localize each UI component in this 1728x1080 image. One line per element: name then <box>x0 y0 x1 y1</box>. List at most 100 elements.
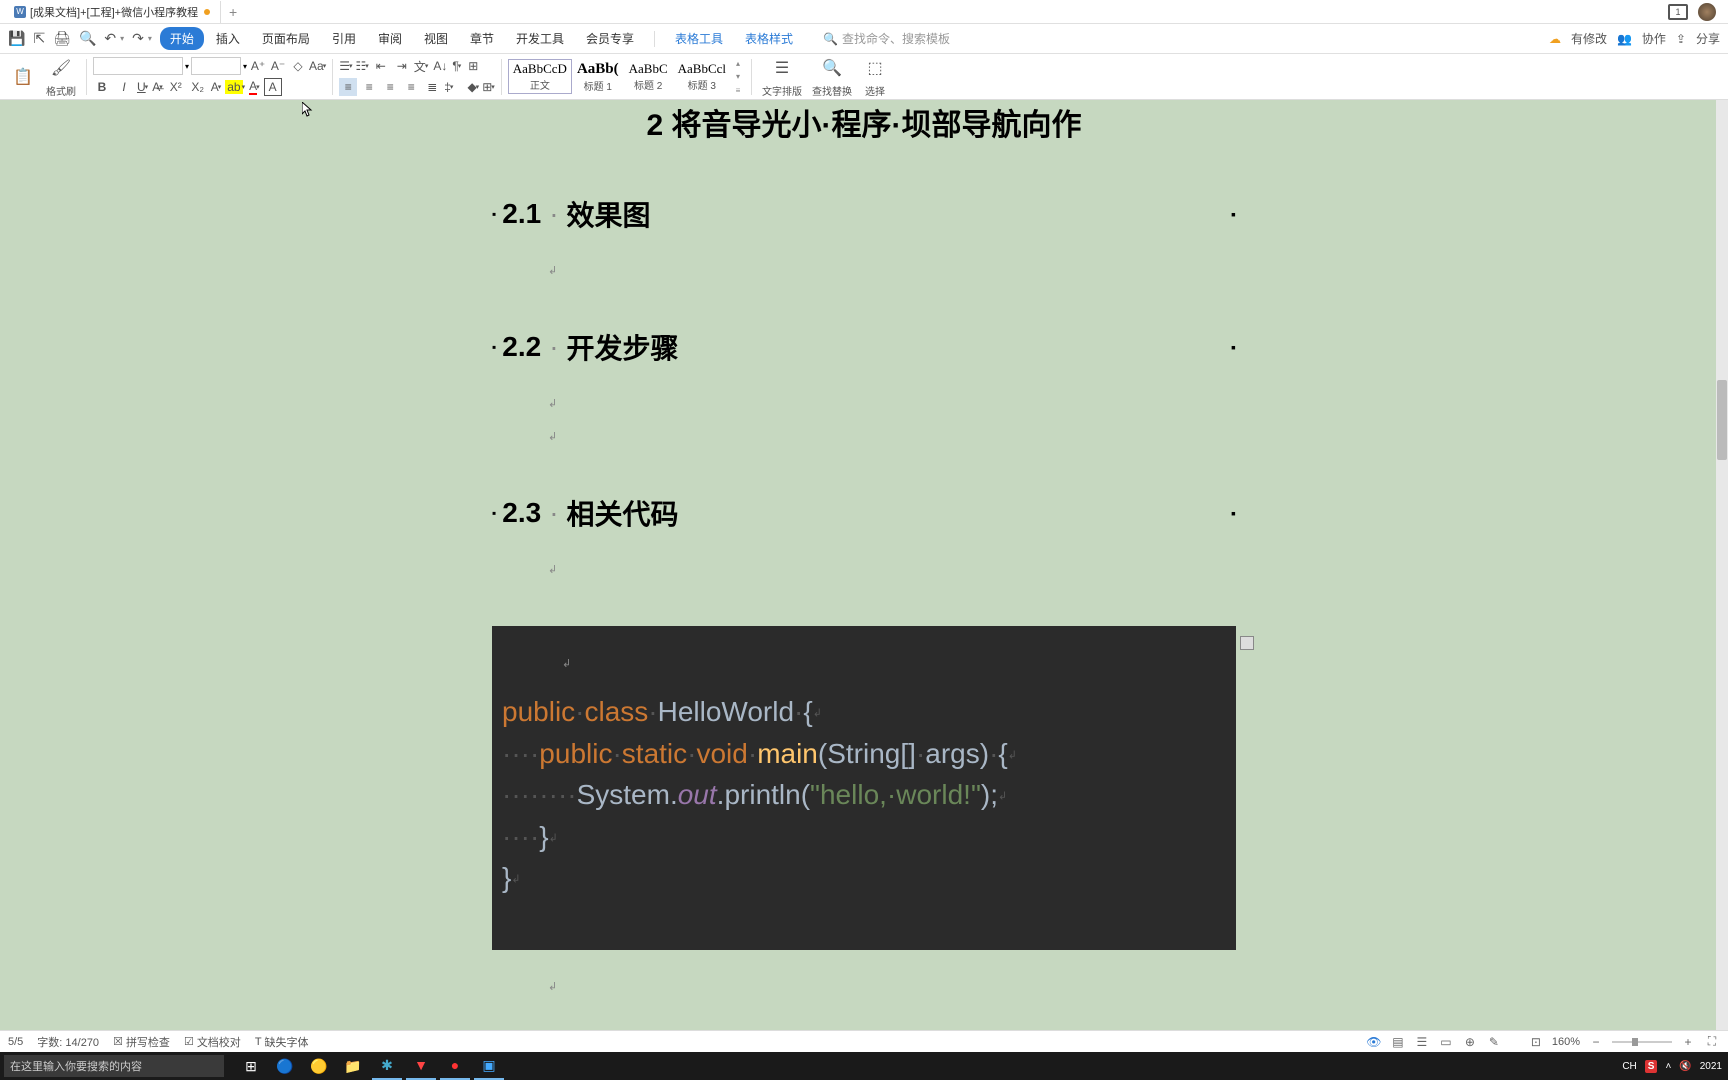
document-canvas[interactable]: 2 将音导光小·程序·坝部导航向作 2.1 · 效果图 ▪ ↲ 2.2 · 开发… <box>0 100 1728 1050</box>
tray-time[interactable]: 2021 <box>1700 1061 1722 1072</box>
font-size-input[interactable] <box>191 57 241 75</box>
doc-proof[interactable]: ☑文档校对 <box>184 1034 241 1050</box>
menu-review[interactable]: 审阅 <box>368 27 412 50</box>
align-right-icon[interactable]: ≡ <box>381 78 399 96</box>
new-tab-button[interactable]: + <box>221 0 245 24</box>
align-left-icon[interactable]: ≡ <box>339 78 357 96</box>
number-list-icon[interactable]: ☷▾ <box>356 57 369 75</box>
share-label[interactable]: 分享 <box>1696 30 1720 47</box>
menu-table-style[interactable]: 表格样式 <box>735 27 803 50</box>
line-spacing-icon[interactable]: ‡▾ <box>444 78 453 96</box>
align-center-icon[interactable]: ≡ <box>360 78 378 96</box>
style-heading3[interactable]: AaBbCcl 标题 3 <box>673 59 731 94</box>
app-2-icon[interactable]: ▼ <box>406 1052 436 1080</box>
menu-reference[interactable]: 引用 <box>322 27 366 50</box>
strikethrough-button[interactable]: A̶▾ <box>152 80 163 94</box>
document-tab[interactable]: W [成果文档]+[工程]+微信小程序教程 <box>4 1 221 23</box>
command-search[interactable]: 🔍 查找命令、搜索模板 <box>823 30 950 47</box>
find-replace-icon[interactable]: 🔍 <box>819 55 845 81</box>
style-heading1[interactable]: AaBb( 标题 1 <box>572 59 624 95</box>
text-effects-button[interactable]: A▾ <box>211 80 222 94</box>
borders-icon[interactable]: ⊞▾ <box>482 78 495 96</box>
italic-button[interactable]: I <box>115 78 133 96</box>
select-icon[interactable]: ⬚ <box>862 55 888 81</box>
eye-icon[interactable]: 👁 <box>1366 1034 1382 1050</box>
sort-icon[interactable]: A↓ <box>431 57 449 75</box>
menu-vip[interactable]: 会员专享 <box>576 27 644 50</box>
fit-width-icon[interactable]: ⊡ <box>1528 1034 1544 1050</box>
edit-mode-icon[interactable]: ✎ <box>1486 1034 1502 1050</box>
style-normal[interactable]: AaBbCcD 正文 <box>508 59 572 94</box>
print-icon[interactable]: 🖨 <box>53 30 71 47</box>
align-distribute-icon[interactable]: ≣ <box>423 78 441 96</box>
spell-check[interactable]: ☒拼写检查 <box>113 1034 170 1050</box>
zoom-out-icon[interactable]: − <box>1588 1034 1604 1050</box>
table-handle-icon[interactable] <box>1240 636 1254 650</box>
style-gallery-scroll[interactable]: ▴▾≡ <box>731 59 745 95</box>
superscript-button[interactable]: X² <box>167 78 185 96</box>
undo-icon[interactable]: ↶ <box>104 30 116 47</box>
subscript-button[interactable]: X₂ <box>189 78 207 96</box>
ime-lang[interactable]: CH <box>1622 1061 1636 1072</box>
menu-view[interactable]: 视图 <box>414 27 458 50</box>
font-color-button[interactable]: A▾ <box>249 79 260 95</box>
shading-icon[interactable]: ◆▾ <box>467 78 479 96</box>
view-outline-icon[interactable]: ☰ <box>1414 1034 1430 1050</box>
view-read-icon[interactable]: ▭ <box>1438 1034 1454 1050</box>
word-count[interactable]: 字数: 14/270 <box>37 1034 99 1050</box>
zoom-slider[interactable] <box>1612 1041 1672 1043</box>
collab-label[interactable]: 协作 <box>1642 30 1666 47</box>
change-case-icon[interactable]: Aa▾ <box>309 59 326 73</box>
menu-insert[interactable]: 插入 <box>206 27 250 50</box>
format-painter-button[interactable]: 🖌 <box>48 55 74 81</box>
menu-start[interactable]: 开始 <box>160 27 204 50</box>
style-heading2[interactable]: AaBbC 标题 2 <box>624 59 673 94</box>
windows-search[interactable]: 在这里输入你要搜索的内容 <box>4 1055 224 1077</box>
zoom-value[interactable]: 160% <box>1552 1036 1580 1048</box>
app-1-icon[interactable]: ✱ <box>372 1052 402 1080</box>
paragraph-mark-icon[interactable]: ¶▾ <box>452 57 461 75</box>
view-web-icon[interactable]: ⊕ <box>1462 1034 1478 1050</box>
user-avatar[interactable] <box>1698 3 1716 21</box>
preview-icon[interactable]: 🔍 <box>79 30 96 47</box>
missing-fonts[interactable]: T缺失字体 <box>255 1034 309 1050</box>
clear-format-icon[interactable]: ◇ <box>289 57 307 75</box>
show-marks-icon[interactable]: ⊞ <box>464 57 482 75</box>
menu-section[interactable]: 章节 <box>460 27 504 50</box>
paste-button[interactable]: 📋 <box>10 64 36 90</box>
qat-dropdown-icon[interactable]: ▾ <box>148 34 152 43</box>
fullscreen-icon[interactable]: ⛶ <box>1704 1034 1720 1050</box>
menu-table-tools[interactable]: 表格工具 <box>665 27 733 50</box>
align-justify-icon[interactable]: ≡ <box>402 78 420 96</box>
redo-icon[interactable]: ↷ <box>132 30 144 47</box>
volume-icon[interactable]: 🔇 <box>1679 1061 1691 1072</box>
pending-changes[interactable]: 有修改 <box>1571 30 1607 47</box>
tray-chevron-icon[interactable]: ˄ <box>1665 1061 1671 1072</box>
menu-devtools[interactable]: 开发工具 <box>506 27 574 50</box>
record-icon[interactable]: ● <box>440 1052 470 1080</box>
highlight-button[interactable]: ab▾ <box>225 80 245 94</box>
increase-indent-icon[interactable]: ⇥ <box>393 57 411 75</box>
bullet-list-icon[interactable]: ☰▾ <box>339 57 352 75</box>
page-indicator[interactable]: 5/5 <box>8 1036 23 1048</box>
export-icon[interactable]: ⇱ <box>33 30 45 47</box>
text-layout-icon[interactable]: ☰ <box>769 55 795 81</box>
font-name-input[interactable] <box>93 57 183 75</box>
vertical-scrollbar[interactable] <box>1716 100 1728 1030</box>
save-icon[interactable]: 💾 <box>8 30 25 47</box>
bold-button[interactable]: B <box>93 78 111 96</box>
scrollbar-thumb[interactable] <box>1717 380 1727 460</box>
wps-icon[interactable]: ▣ <box>474 1052 504 1080</box>
increase-font-icon[interactable]: A⁺ <box>249 57 267 75</box>
ime-mode-icon[interactable]: S <box>1645 1060 1658 1073</box>
explorer-icon[interactable]: 📁 <box>338 1052 368 1080</box>
view-page-icon[interactable]: ▤ <box>1390 1034 1406 1050</box>
zoom-in-icon[interactable]: + <box>1680 1034 1696 1050</box>
edge-icon[interactable]: 🔵 <box>270 1052 300 1080</box>
task-view-icon[interactable]: ⊞ <box>236 1052 266 1080</box>
chrome-icon[interactable]: 🟡 <box>304 1052 334 1080</box>
text-direction-icon[interactable]: 文▾ <box>414 57 429 75</box>
character-border-button[interactable]: A <box>264 78 282 96</box>
menu-layout[interactable]: 页面布局 <box>252 27 320 50</box>
decrease-font-icon[interactable]: A⁻ <box>269 57 287 75</box>
